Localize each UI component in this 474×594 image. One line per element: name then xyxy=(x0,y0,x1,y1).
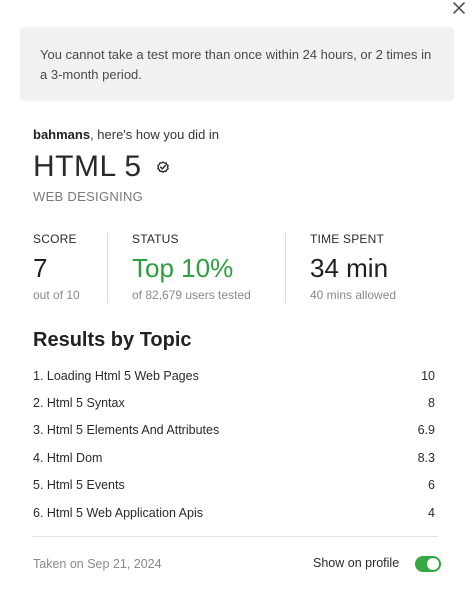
verified-check-icon xyxy=(156,160,170,174)
footer-divider xyxy=(33,536,438,537)
topic-name: 3. Html 5 Elements And Attributes xyxy=(33,423,220,438)
topic-name: 6. Html 5 Web Application Apis xyxy=(33,505,203,520)
list-item: 2. Html 5 Syntax 8 xyxy=(33,389,435,416)
status-label: STATUS xyxy=(132,232,179,246)
test-title: HTML 5 xyxy=(33,150,142,183)
topic-score: 6.9 xyxy=(417,423,435,438)
topic-score: 4 xyxy=(428,505,435,520)
test-category: WEB DESIGNING xyxy=(33,189,144,204)
list-item: 1. Loading Html 5 Web Pages 10 xyxy=(33,362,435,389)
retake-notice-text: You cannot take a test more than once wi… xyxy=(40,47,432,82)
topic-name: 4. Html Dom xyxy=(33,450,103,465)
time-stat: TIME SPENT 34 min 40 mins allowed xyxy=(310,231,396,302)
time-label: TIME SPENT xyxy=(310,232,385,246)
status-stat: STATUS Top 10% of 82,679 users tested xyxy=(132,231,251,302)
topic-score: 10 xyxy=(421,368,435,383)
username: bahmans xyxy=(33,127,91,142)
test-title-row: HTML 5 xyxy=(33,148,170,186)
score-sub: out of 10 xyxy=(33,288,80,302)
show-on-profile-toggle[interactable] xyxy=(415,556,441,572)
topic-results-list: 1. Loading Html 5 Web Pages 10 2. Html 5… xyxy=(33,362,435,526)
list-item: 4. Html Dom 8.3 xyxy=(33,444,435,471)
score-label: SCORE xyxy=(33,232,77,246)
list-item: 5. Html 5 Events 6 xyxy=(33,472,435,499)
greeting-suffix: , here's how you did in xyxy=(90,127,220,142)
list-item: 6. Html 5 Web Application Apis 4 xyxy=(33,499,435,526)
results-title: Results by Topic xyxy=(33,329,192,351)
status-sub: of 82,679 users tested xyxy=(132,288,251,302)
topic-score: 8 xyxy=(428,396,435,411)
topic-name: 2. Html 5 Syntax xyxy=(33,396,125,411)
time-value: 34 min xyxy=(310,253,389,283)
topic-score: 6 xyxy=(428,478,435,493)
time-sub: 40 mins allowed xyxy=(310,288,397,302)
score-value: 7 xyxy=(33,253,48,283)
close-icon[interactable] xyxy=(452,1,466,15)
status-value: Top 10% xyxy=(132,253,234,283)
stats-row: SCORE 7 out of 10 STATUS Top 10% of 82,6… xyxy=(33,231,443,303)
taken-date: Taken on Sep 21, 2024 xyxy=(33,557,162,571)
greeting: bahmans, here's how you did in xyxy=(33,127,219,142)
toggle-knob xyxy=(427,558,439,570)
topic-score: 8.3 xyxy=(417,450,435,465)
score-stat: SCORE 7 out of 10 xyxy=(33,231,80,302)
show-on-profile-label: Show on profile xyxy=(313,556,400,570)
retake-notice: You cannot take a test more than once wi… xyxy=(20,27,454,101)
topic-name: 1. Loading Html 5 Web Pages xyxy=(33,368,199,383)
list-item: 3. Html 5 Elements And Attributes 6.9 xyxy=(33,417,435,444)
stat-divider xyxy=(285,233,286,303)
stat-divider xyxy=(107,233,108,303)
topic-name: 5. Html 5 Events xyxy=(33,478,125,493)
